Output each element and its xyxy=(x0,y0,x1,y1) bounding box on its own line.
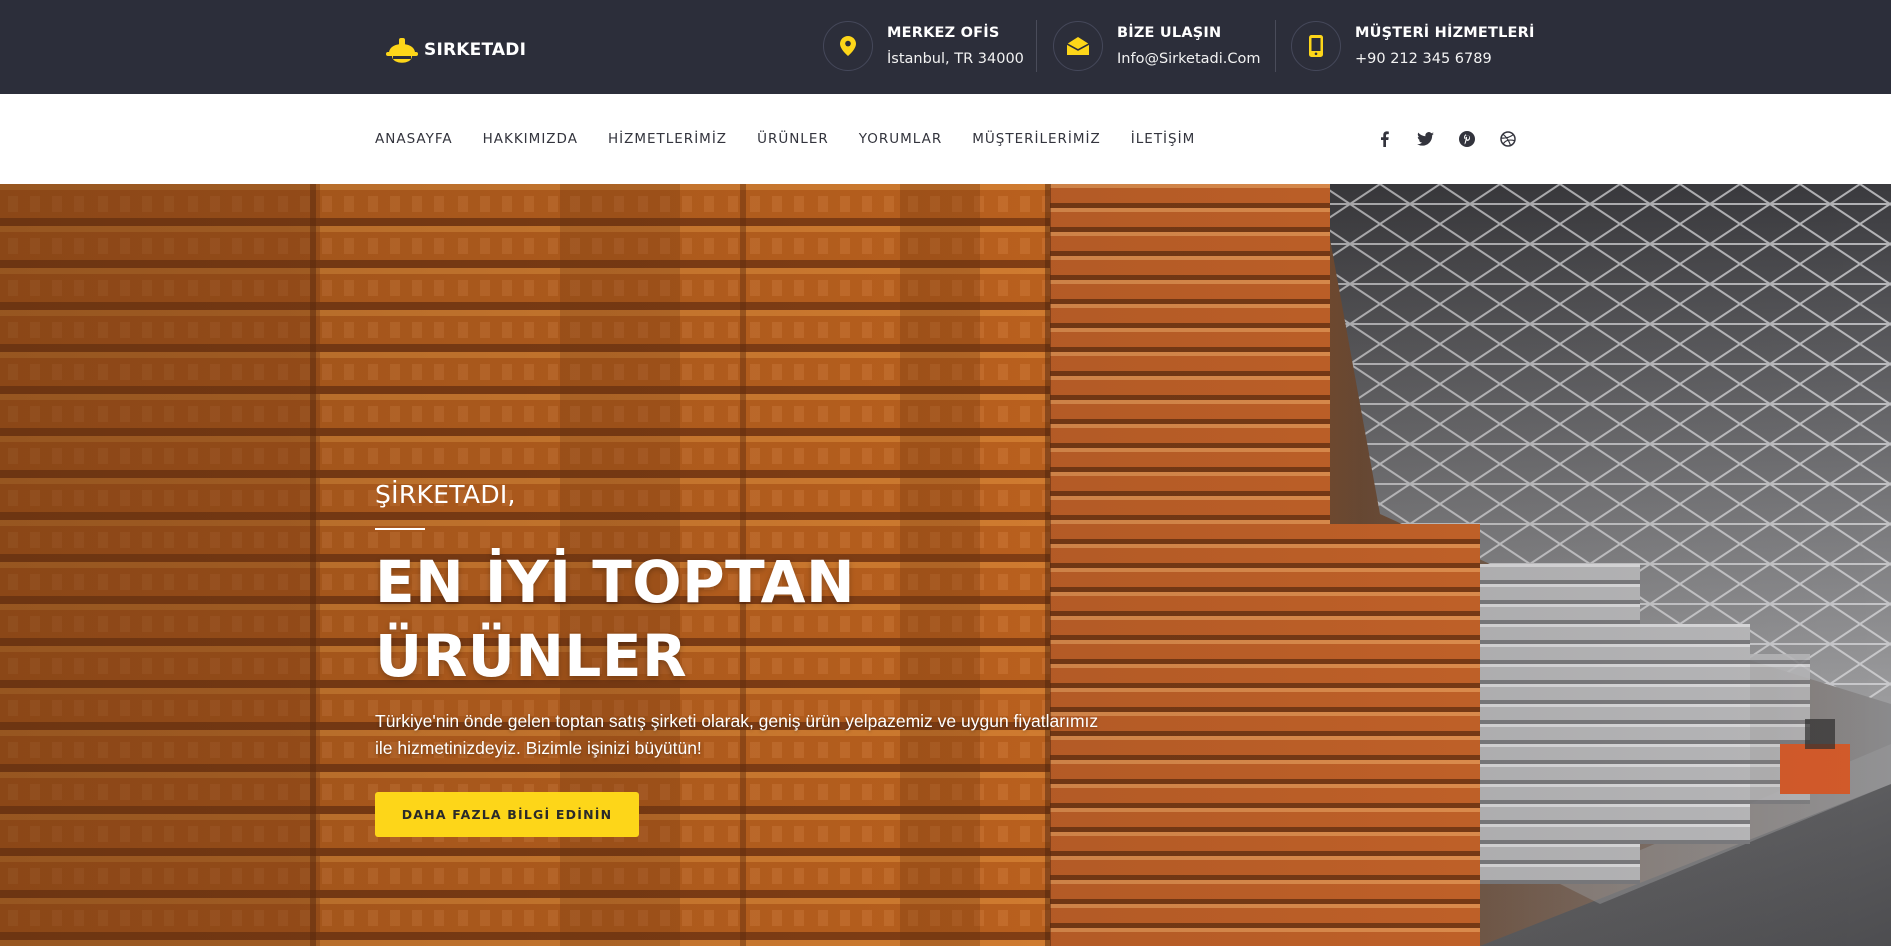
nav-item-hakkimizda[interactable]: HAKKIMIZDA xyxy=(483,131,578,147)
brand-name: SIRKETADI xyxy=(424,40,527,60)
mobile-phone-icon xyxy=(1291,21,1341,71)
nav-item-anasayfa[interactable]: ANASAYFA xyxy=(375,131,453,147)
nav-item-musterilerimiz[interactable]: MÜŞTERİLERİMİZ xyxy=(972,131,1101,147)
hero-headline-line1: EN İYİ TOPTAN xyxy=(375,548,856,616)
contact-office: MERKEZ OFİS İstanbul, TR 34000 xyxy=(823,20,1024,72)
nav-item-hizmetlerimiz[interactable]: HİZMETLERİMİZ xyxy=(608,131,727,147)
hard-hat-icon xyxy=(386,38,418,63)
hero-section: ŞİRKETADI, EN İYİ TOPTAN ÜRÜNLER Türkiye… xyxy=(0,184,1891,946)
top-header-bar: SIRKETADI MERKEZ OFİS İstanbul, TR 34000… xyxy=(0,0,1891,94)
learn-more-button[interactable]: DAHA FAZLA BİLGİ EDİNİN xyxy=(375,792,639,837)
hero-eyebrow: ŞİRKETADI, xyxy=(375,480,516,509)
nav-item-yorumlar[interactable]: YORUMLAR xyxy=(859,131,943,147)
contact-email: BİZE ULAŞIN Info@Sirketadi.Com xyxy=(1053,20,1260,72)
contact-email-value[interactable]: Info@Sirketadi.Com xyxy=(1117,50,1260,69)
contact-email-title: BİZE ULAŞIN xyxy=(1117,24,1222,41)
contact-phone: MÜŞTERİ HİZMETLERİ +90 212 345 6789 xyxy=(1291,20,1535,72)
dribbble-icon[interactable] xyxy=(1499,131,1516,148)
social-links xyxy=(1376,94,1516,184)
hero-description: Türkiye'nin önde gelen toptan satış şirk… xyxy=(375,711,1099,758)
main-navigation: ANASAYFA HAKKIMIZDA HİZMETLERİMİZ ÜRÜNLE… xyxy=(0,94,1891,184)
hero-headline: EN İYİ TOPTAN ÜRÜNLER xyxy=(375,545,855,693)
envelope-icon xyxy=(1053,21,1103,71)
pinterest-icon[interactable] xyxy=(1458,131,1475,148)
divider xyxy=(1275,20,1276,72)
hero-headline-line2: ÜRÜNLER xyxy=(375,622,688,690)
site-logo[interactable]: SIRKETADI xyxy=(384,31,526,69)
nav-item-iletisim[interactable]: İLETİŞİM xyxy=(1131,131,1195,147)
hero-divider xyxy=(375,528,425,530)
twitter-icon[interactable] xyxy=(1417,131,1434,148)
nav-item-urunler[interactable]: ÜRÜNLER xyxy=(757,131,829,147)
location-pin-icon xyxy=(823,21,873,71)
contact-phone-value[interactable]: +90 212 345 6789 xyxy=(1355,50,1535,69)
contact-office-value: İstanbul, TR 34000 xyxy=(887,50,1024,67)
facebook-icon[interactable] xyxy=(1376,131,1393,148)
contact-phone-title: MÜŞTERİ HİZMETLERİ xyxy=(1355,24,1535,41)
divider xyxy=(1036,20,1037,72)
hero-overlay xyxy=(0,184,1891,946)
contact-office-title: MERKEZ OFİS xyxy=(887,24,1000,41)
